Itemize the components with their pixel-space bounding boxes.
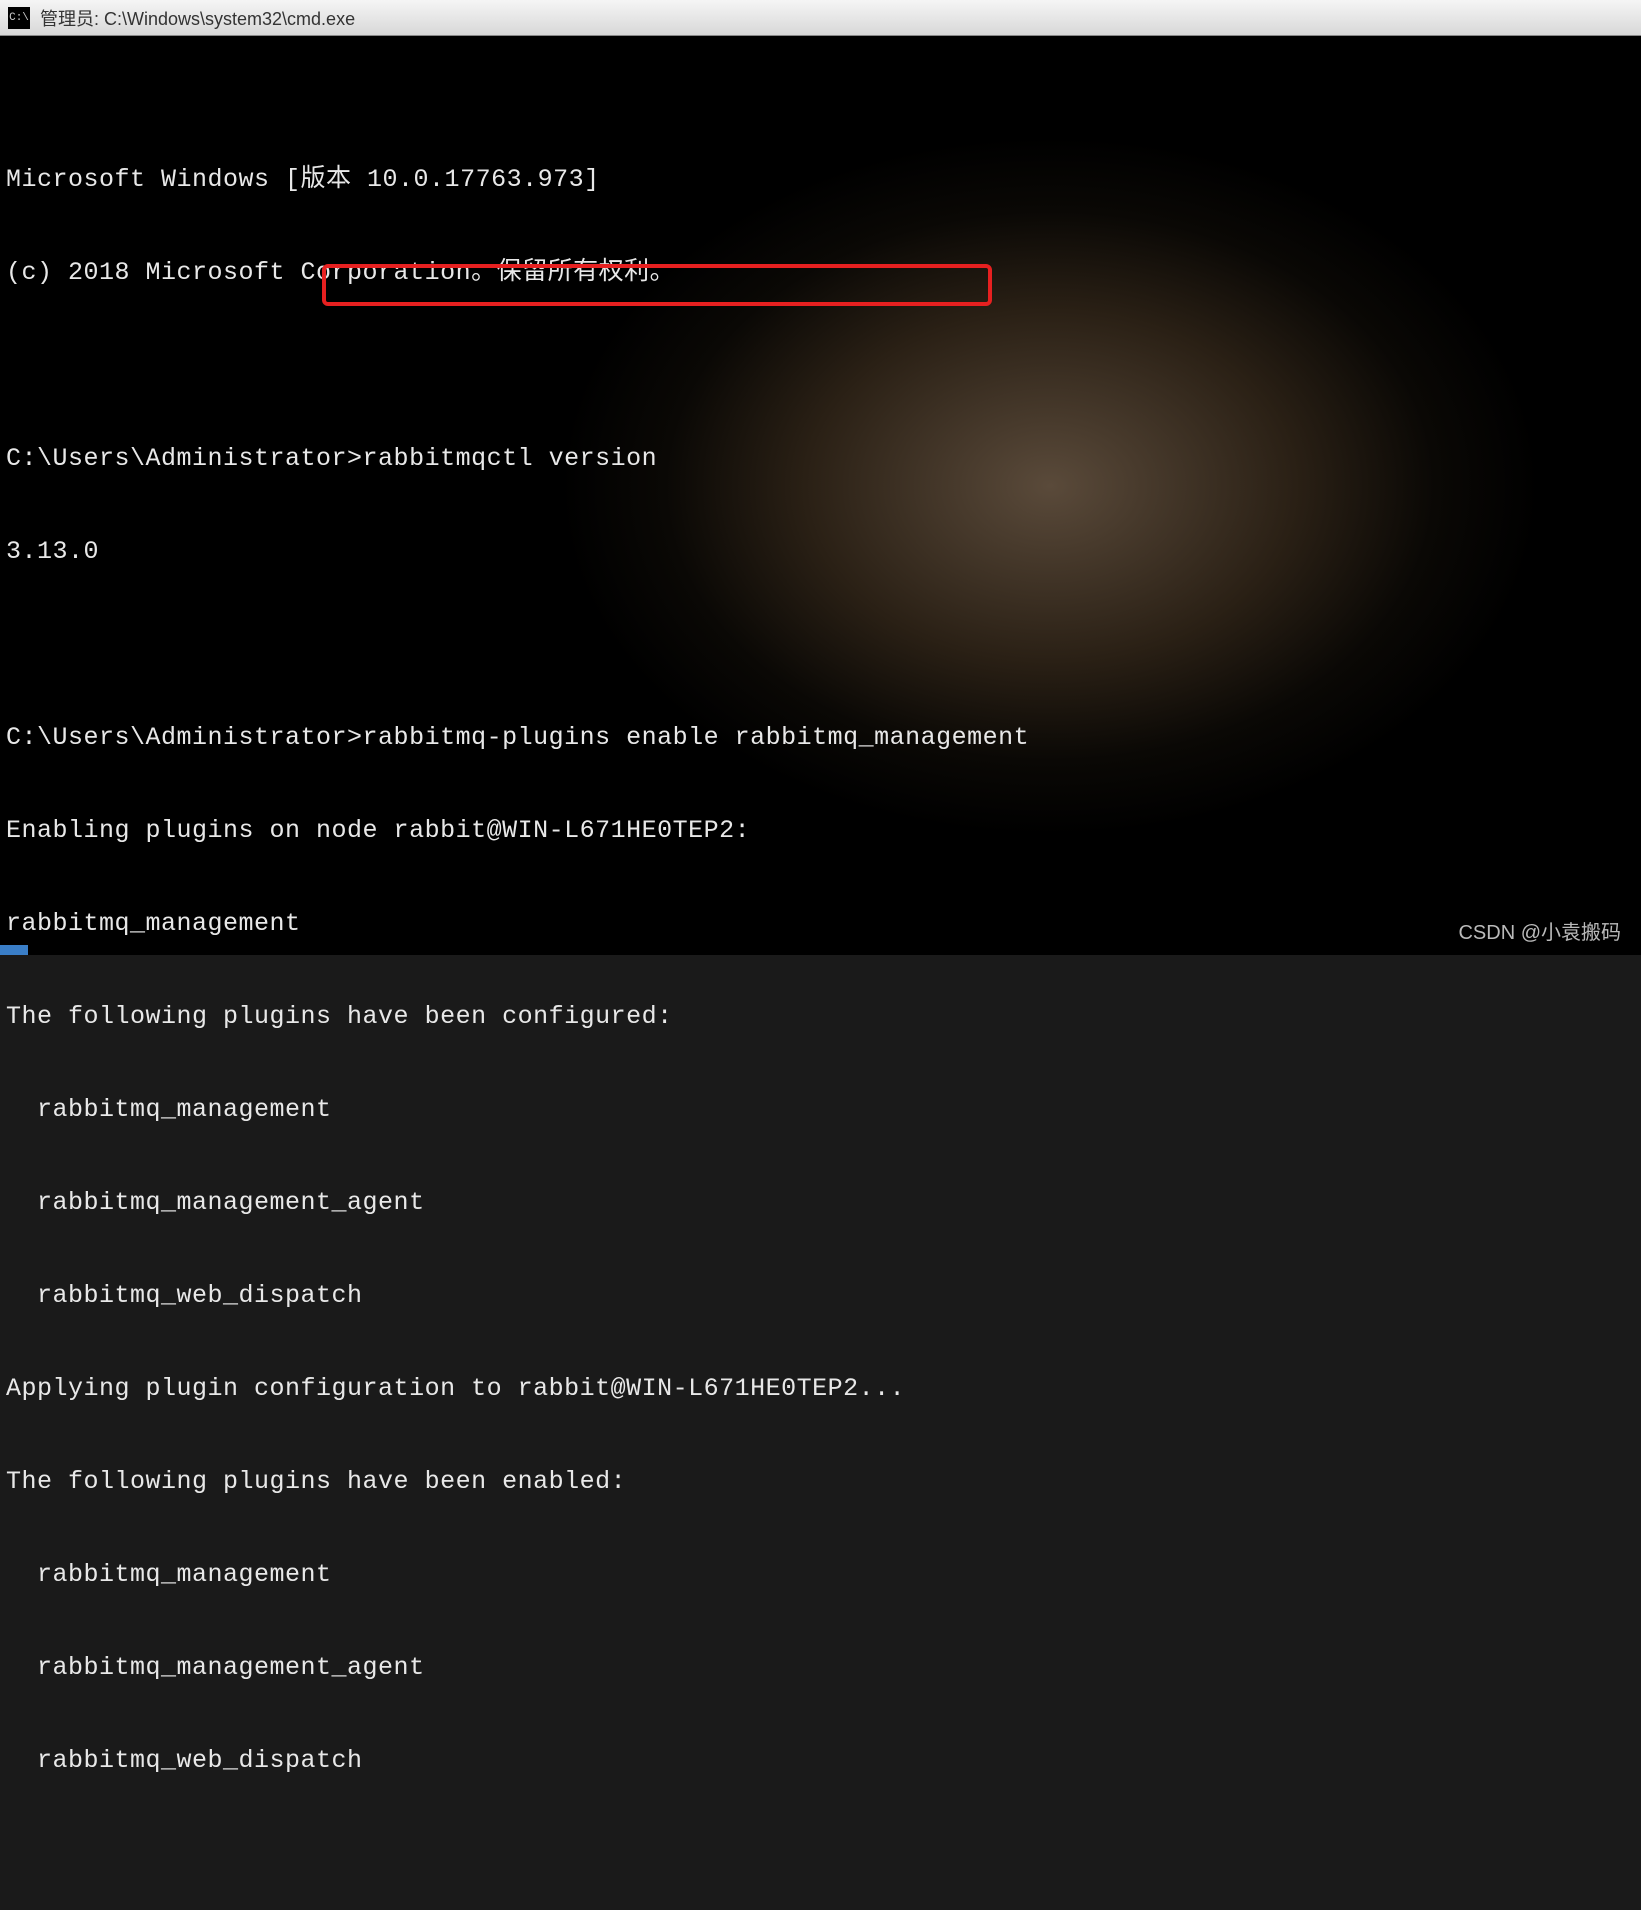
terminal-line: Applying plugin configuration to rabbit@… — [6, 1373, 1635, 1404]
terminal-line: rabbitmq_management — [6, 908, 1635, 939]
window-title: 管理员: C:\Windows\system32\cmd.exe — [40, 5, 355, 31]
terminal-line: rabbitmq_web_dispatch — [6, 1280, 1635, 1311]
watermark: CSDN @小袁搬码 — [1458, 916, 1621, 945]
cmd-icon: C:\ — [8, 7, 30, 29]
window-titlebar[interactable]: C:\ 管理员: C:\Windows\system32\cmd.exe — [0, 0, 1641, 36]
terminal-line: Microsoft Windows [版本 10.0.17763.973] — [6, 164, 1635, 195]
terminal-line — [6, 350, 1635, 381]
terminal-line: 3.13.0 — [6, 536, 1635, 567]
terminal-line-highlighted: C:\Users\Administrator>rabbitmq-plugins … — [6, 722, 1635, 753]
terminal-line: rabbitmq_management — [6, 1094, 1635, 1125]
terminal-line: Enabling plugins on node rabbit@WIN-L671… — [6, 815, 1635, 846]
terminal-line: (c) 2018 Microsoft Corporation。保留所有权利。 — [6, 257, 1635, 288]
terminal-area[interactable]: Microsoft Windows [版本 10.0.17763.973] (c… — [0, 36, 1641, 955]
terminal-line: rabbitmq_management_agent — [6, 1187, 1635, 1218]
terminal-line — [6, 1838, 1635, 1869]
terminal-content: Microsoft Windows [版本 10.0.17763.973] (c… — [6, 102, 1635, 1910]
terminal-line: The following plugins have been configur… — [6, 1001, 1635, 1032]
terminal-line: rabbitmq_web_dispatch — [6, 1745, 1635, 1776]
terminal-line: rabbitmq_management_agent — [6, 1652, 1635, 1683]
taskbar-hint — [0, 945, 28, 955]
terminal-line: C:\Users\Administrator>rabbitmqctl versi… — [6, 443, 1635, 474]
terminal-line: rabbitmq_management — [6, 1559, 1635, 1590]
terminal-line: The following plugins have been enabled: — [6, 1466, 1635, 1497]
terminal-line — [6, 629, 1635, 660]
